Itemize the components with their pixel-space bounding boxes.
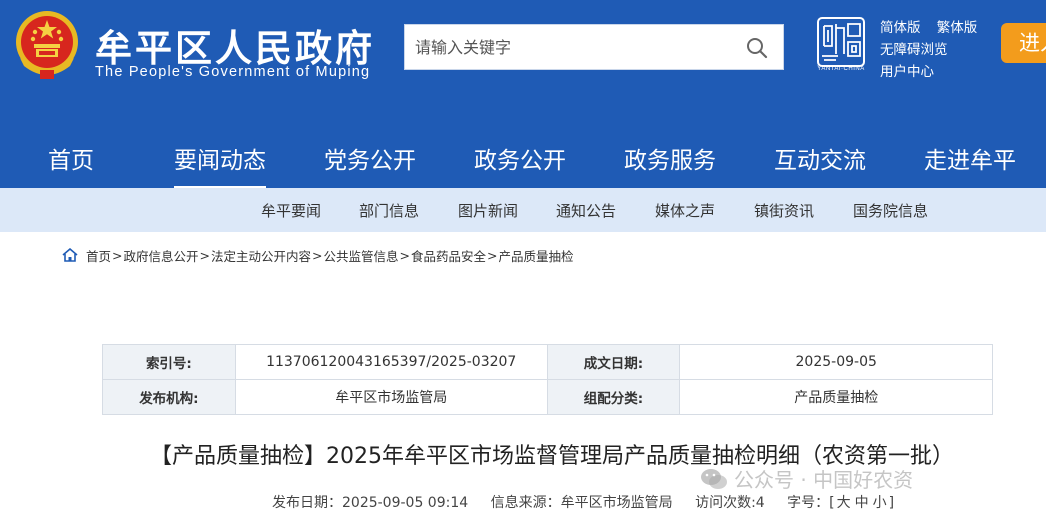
- breadcrumb-supervision[interactable]: 公共监管信息: [324, 246, 399, 265]
- nav-news[interactable]: 要闻动态: [174, 130, 266, 189]
- article-meta: 发布日期：2025-09-05 09:14 信息来源：牟平区市场监管局 访问次数…: [272, 492, 912, 512]
- simplified-link[interactable]: 简体版: [880, 20, 921, 36]
- site-header: 牟平区人民政府 The People's Government of Mupin…: [0, 0, 1046, 130]
- nav-home[interactable]: 首页: [48, 130, 94, 188]
- table-row: 索引号: 113706120043165397/2025-03207 成文日期:…: [102, 344, 993, 380]
- publisher-value: 牟平区市场监管局: [234, 379, 548, 415]
- quick-links: 简体版 繁体版 无障碍浏览 用户中心: [880, 17, 977, 83]
- font-medium-button[interactable]: 中: [855, 495, 869, 511]
- user-center-link[interactable]: 用户中心: [880, 64, 934, 80]
- font-size-label: 字号：[: [787, 495, 835, 511]
- search-icon[interactable]: [745, 36, 769, 60]
- subnav-media[interactable]: 媒体之声: [655, 188, 715, 232]
- national-emblem-icon: [16, 11, 78, 79]
- nav-government-affairs[interactable]: 政务公开: [474, 130, 566, 188]
- nav-government-services[interactable]: 政务服务: [624, 130, 716, 188]
- breadcrumb-separator: >: [199, 247, 210, 263]
- watermark: 公众号 · 中国好农资: [700, 464, 913, 493]
- table-row: 发布机构: 牟平区市场监管局 组配分类: 产品质量抽检: [102, 379, 993, 415]
- breadcrumb-quality-check[interactable]: 产品质量抽检: [499, 246, 574, 265]
- subnav-state-council[interactable]: 国务院信息: [853, 188, 928, 232]
- subnav-muping-news[interactable]: 牟平要闻: [261, 188, 321, 232]
- search-box: [404, 24, 784, 70]
- category-label: 组配分类:: [546, 379, 681, 415]
- sub-nav: 牟平要闻 部门信息 图片新闻 通知公告 媒体之声 镇街资讯 国务院信息: [0, 188, 1046, 232]
- breadcrumb-gov-info[interactable]: 政府信息公开: [124, 246, 199, 265]
- font-small-button[interactable]: 小: [873, 495, 887, 511]
- nav-about-muping[interactable]: 走进牟平: [924, 130, 1016, 188]
- breadcrumb: 首页 > 政府信息公开 > 法定主动公开内容 > 公共监管信息 > 食品药品安全…: [62, 245, 574, 265]
- subnav-department-info[interactable]: 部门信息: [359, 188, 419, 232]
- nav-party-affairs[interactable]: 党务公开: [324, 130, 416, 188]
- breadcrumb-home[interactable]: 首页: [86, 246, 111, 265]
- index-number-label: 索引号:: [102, 344, 236, 380]
- subnav-notices[interactable]: 通知公告: [556, 188, 616, 232]
- publisher-label: 发布机构:: [102, 379, 236, 415]
- subnav-town-news[interactable]: 镇街资讯: [754, 188, 814, 232]
- watermark-text: 公众号 · 中国好农资: [734, 468, 914, 492]
- written-date-label: 成文日期:: [546, 344, 681, 380]
- visit-count: 访问次数:4: [695, 495, 765, 511]
- breadcrumb-statutory[interactable]: 法定主动公开内容: [211, 246, 311, 265]
- breadcrumb-separator: >: [399, 247, 410, 263]
- nav-interaction[interactable]: 互动交流: [774, 130, 866, 188]
- search-input[interactable]: [415, 33, 735, 61]
- info-source: 信息来源：牟平区市场监管局: [490, 495, 673, 511]
- font-size-control: 字号：[大中小]: [787, 495, 894, 511]
- enter-button[interactable]: 进入: [1001, 23, 1046, 63]
- font-large-button[interactable]: 大: [837, 495, 851, 511]
- category-value: 产品质量抽检: [679, 379, 993, 415]
- accessibility-link[interactable]: 无障碍浏览: [880, 42, 948, 58]
- yantai-china-label: YANTAI·CHINA: [817, 66, 865, 72]
- breadcrumb-food-drug[interactable]: 食品药品安全: [411, 246, 486, 265]
- breadcrumb-separator: >: [312, 247, 323, 263]
- document-info-table: 索引号: 113706120043165397/2025-03207 成文日期:…: [102, 344, 993, 415]
- breadcrumb-separator: >: [487, 247, 498, 263]
- index-number-value: 113706120043165397/2025-03207: [234, 344, 548, 380]
- wechat-icon: [701, 468, 727, 489]
- written-date-value: 2025-09-05: [679, 344, 993, 380]
- publish-date: 发布日期：2025-09-05 09:14: [272, 495, 469, 511]
- site-subtitle: The People's Government of Muping: [95, 64, 371, 80]
- main-nav: 首页 要闻动态 党务公开 政务公开 政务服务 互动交流 走进牟平: [0, 130, 1046, 189]
- home-icon[interactable]: [62, 248, 78, 262]
- subnav-photo-news[interactable]: 图片新闻: [458, 188, 518, 232]
- breadcrumb-separator: >: [112, 247, 123, 263]
- font-size-close: ]: [888, 495, 895, 511]
- traditional-link[interactable]: 繁体版: [937, 20, 978, 36]
